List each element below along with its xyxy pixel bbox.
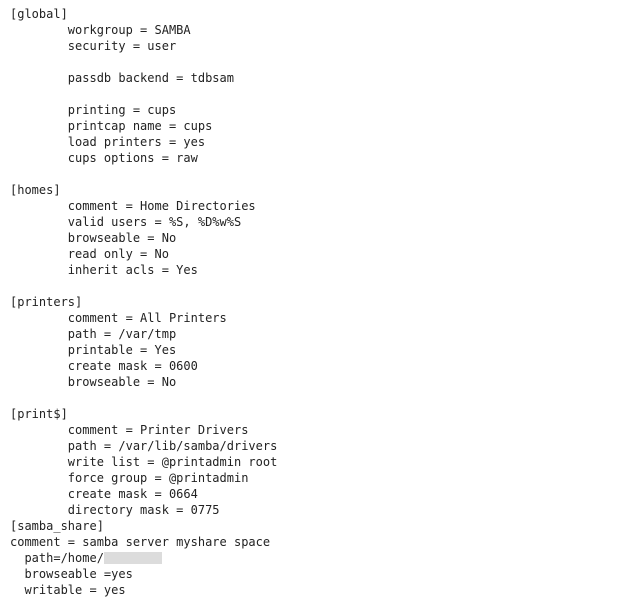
homes-valid-users: valid users = %S, %D%w%S (10, 215, 241, 229)
printd-force-group: force group = @printadmin (10, 471, 248, 485)
printd-create-mask: create mask = 0664 (10, 487, 198, 501)
global-security: security = user (10, 39, 176, 53)
redacted-path (104, 552, 162, 564)
section-printers-header: [printers] (10, 295, 82, 309)
global-load-printers: load printers = yes (10, 135, 205, 149)
share-comment: comment = samba server myshare space (10, 535, 270, 549)
printers-comment: comment = All Printers (10, 311, 227, 325)
printd-directory-mask: directory mask = 0775 (10, 503, 220, 517)
homes-read-only: read only = No (10, 247, 169, 261)
share-path-prefix: path=/home/ (10, 551, 104, 565)
global-workgroup: workgroup = SAMBA (10, 23, 191, 37)
share-writable: writable = yes (10, 583, 126, 597)
section-homes-header: [homes] (10, 183, 61, 197)
config-file-text[interactable]: [global] workgroup = SAMBA security = us… (0, 0, 632, 600)
printd-path: path = /var/lib/samba/drivers (10, 439, 277, 453)
printers-browseable: browseable = No (10, 375, 176, 389)
printd-write-list: write list = @printadmin root (10, 455, 277, 469)
section-printd-header: [print$] (10, 407, 68, 421)
section-samba-share-header: [samba_share] (10, 519, 104, 533)
global-passdb: passdb backend = tdbsam (10, 71, 234, 85)
printers-create-mask: create mask = 0600 (10, 359, 198, 373)
printers-path: path = /var/tmp (10, 327, 176, 341)
global-cups-options: cups options = raw (10, 151, 198, 165)
global-printing: printing = cups (10, 103, 176, 117)
share-browseable: browseable =yes (10, 567, 133, 581)
homes-inherit-acls: inherit acls = Yes (10, 263, 198, 277)
printers-printable: printable = Yes (10, 343, 176, 357)
homes-browseable: browseable = No (10, 231, 176, 245)
printd-comment: comment = Printer Drivers (10, 423, 248, 437)
homes-comment: comment = Home Directories (10, 199, 256, 213)
global-printcap: printcap name = cups (10, 119, 212, 133)
section-global-header: [global] (10, 7, 68, 21)
